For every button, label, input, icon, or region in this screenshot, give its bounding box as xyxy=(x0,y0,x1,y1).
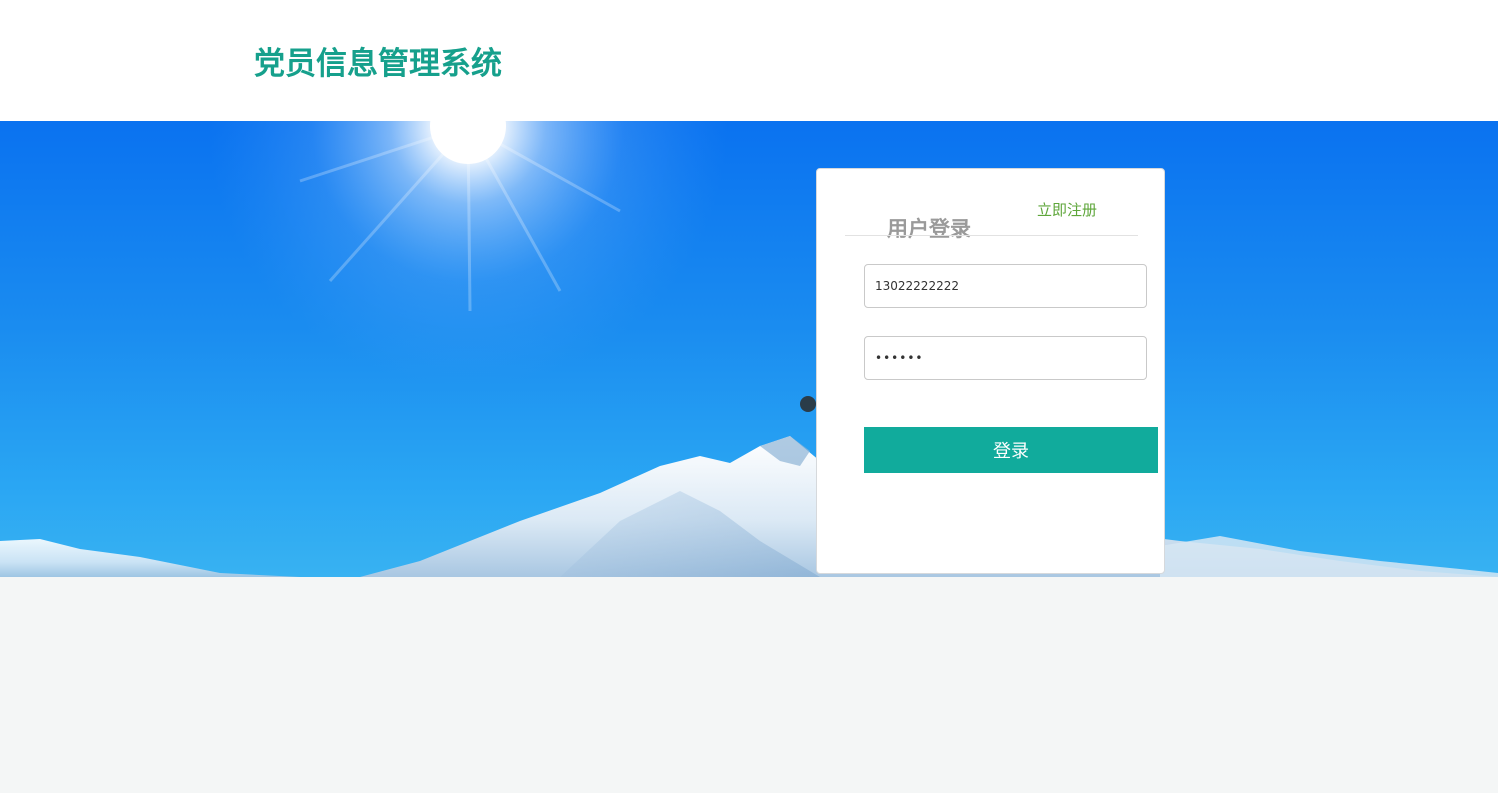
snowy-mountain-sky-illustration xyxy=(0,121,1498,577)
login-title: 用户登录 xyxy=(887,217,971,241)
top-header: 党员信息管理系统 xyxy=(0,0,1498,121)
site-title: 党员信息管理系统 xyxy=(254,46,502,82)
register-link[interactable]: 立即注册 xyxy=(1037,199,1097,220)
phone-input[interactable] xyxy=(864,264,1147,308)
login-button[interactable]: 登录 xyxy=(864,427,1158,473)
hero-banner-image xyxy=(0,121,1498,577)
login-card: 用户登录 立即注册 登录 xyxy=(816,168,1165,574)
title-divider xyxy=(845,235,1138,236)
password-input[interactable] xyxy=(864,336,1147,380)
